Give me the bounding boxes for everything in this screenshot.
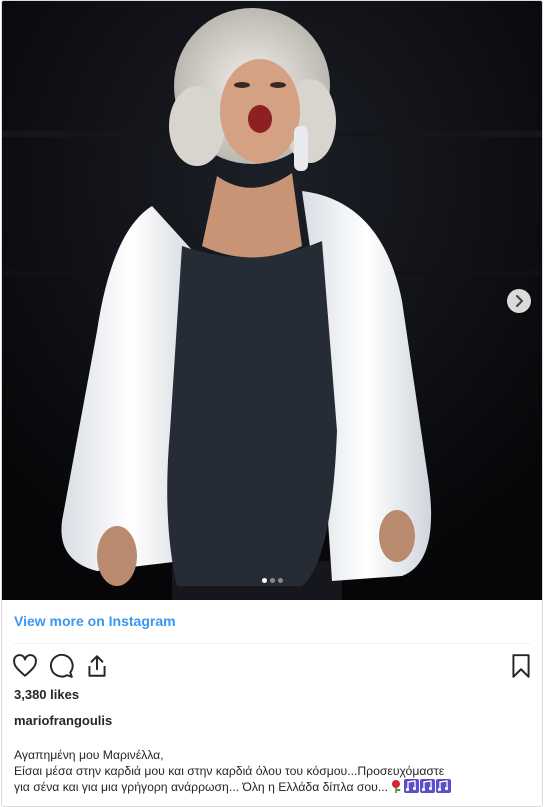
musical-notes-emoji <box>420 779 435 797</box>
like-button[interactable] <box>12 653 38 679</box>
rose-emoji <box>389 779 403 797</box>
comment-icon <box>50 653 74 678</box>
caption-line-last: για σένα και για μια γρήγορη ανάρρωση...… <box>14 779 534 797</box>
share-button[interactable] <box>84 653 110 679</box>
heart-icon <box>13 654 37 677</box>
save-button[interactable] <box>508 653 534 679</box>
likes-count[interactable]: 3,380 likes <box>14 687 79 702</box>
carousel-dot <box>277 578 283 583</box>
chevron-right-icon <box>516 295 523 307</box>
share-icon <box>88 655 106 677</box>
musical-notes-emoji <box>404 779 419 797</box>
carousel-dot <box>269 578 275 583</box>
bookmark-icon <box>512 654 530 678</box>
view-more-on-instagram-link[interactable]: View more on Instagram <box>14 613 176 629</box>
caption-line-text: για σένα και για μια γρήγορη ανάρρωση...… <box>14 780 388 794</box>
caption-line: Αγαπημένη μου Μαρινέλλα, <box>14 748 164 762</box>
username[interactable]: mariofrangoulis <box>14 713 112 728</box>
carousel-indicator <box>2 578 542 586</box>
carousel-dot-active <box>261 578 267 583</box>
action-bar <box>12 653 534 679</box>
comment-button[interactable] <box>48 653 74 679</box>
instagram-embed-card: View more on Instagram 3,380 likes mario… <box>1 0 543 807</box>
post-photo[interactable] <box>2 1 542 600</box>
next-photo-button[interactable] <box>507 289 531 313</box>
caption-line: Είσαι μέσα στην καρδιά μου και στην καρδ… <box>14 764 445 778</box>
divider <box>14 643 530 644</box>
performer-photo-illustration <box>2 1 542 600</box>
musical-notes-emoji <box>436 779 451 797</box>
post-caption: Αγαπημένη μου Μαρινέλλα, Είσαι μέσα στην… <box>14 747 534 797</box>
